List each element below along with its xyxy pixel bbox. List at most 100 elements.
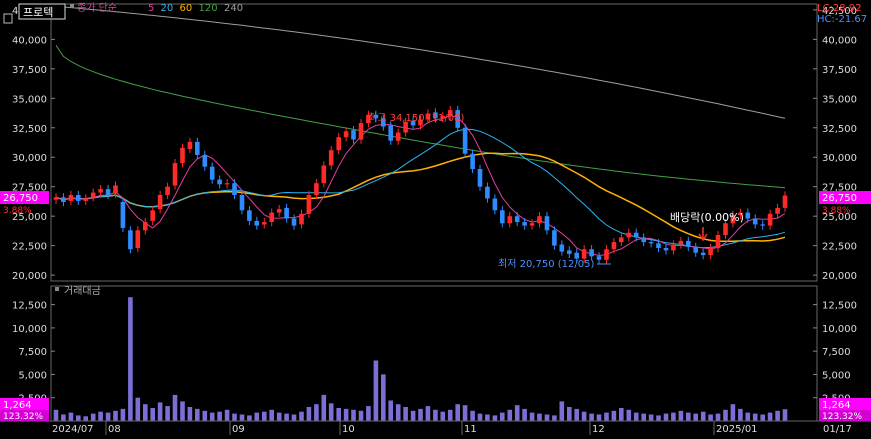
- volume-bar: [336, 408, 341, 421]
- candle-body: [522, 222, 527, 226]
- volume-bar: [239, 414, 245, 421]
- volume-bar: [61, 414, 66, 421]
- stock-chart: 42,50042,50040,00040,00037,50037,50035,0…: [0, 0, 871, 435]
- volume-bar: [321, 394, 327, 421]
- candle-body: [752, 218, 758, 225]
- volume-bar: [254, 412, 260, 421]
- candle-body: [202, 154, 208, 167]
- date-label: 2025/01: [716, 424, 758, 435]
- volume-bar: [462, 405, 468, 421]
- product-label: 프로텍: [23, 6, 53, 19]
- volume-bar: [187, 407, 193, 421]
- ma-period-240: 240: [224, 3, 243, 14]
- candle-body: [180, 147, 185, 164]
- volume-bar: [767, 412, 773, 421]
- volume-bar: [105, 412, 111, 421]
- candle-body: [113, 185, 118, 194]
- candle-body: [388, 125, 393, 141]
- volume-bar: [373, 360, 379, 421]
- candle-body: [544, 216, 550, 231]
- volume-tick-label-right: 10,000: [822, 324, 857, 335]
- ma-period-120: 120: [199, 3, 218, 14]
- candle-body: [128, 230, 133, 250]
- volume-bar: [626, 409, 632, 421]
- candle-body: [723, 223, 728, 235]
- volume-tick-label-left: 5,000: [18, 370, 47, 381]
- candle-body: [172, 163, 178, 186]
- candle-body: [135, 230, 141, 248]
- candle-body: [477, 169, 483, 187]
- volume-bar: [224, 409, 230, 421]
- volume-bar: [552, 415, 557, 421]
- volume-bar: [180, 401, 185, 421]
- price-tick-label-right: 20,000: [822, 271, 857, 282]
- candle-body: [507, 216, 513, 224]
- date-label: 10: [342, 424, 355, 435]
- volume-panel-label: 거래대금: [64, 285, 101, 297]
- volume-bar: [351, 409, 356, 421]
- current-vol-left: 1,264: [3, 400, 32, 411]
- candle-body: [604, 249, 609, 260]
- volume-bar: [715, 413, 721, 421]
- date-label: 12: [592, 424, 605, 435]
- candle-body: [276, 209, 282, 213]
- volume-bar: [522, 408, 527, 421]
- price-tick-label-left: 22,500: [12, 242, 47, 253]
- candle-body: [708, 248, 713, 256]
- candle-body: [247, 210, 252, 221]
- candle-body: [782, 195, 788, 208]
- date-label: 2024/07: [52, 424, 94, 435]
- volume-bar: [470, 410, 475, 421]
- date-label: 08: [108, 424, 121, 435]
- volume-bar: [83, 416, 88, 421]
- candle-body: [299, 213, 304, 225]
- candle-body: [328, 150, 334, 166]
- volume-bar: [648, 414, 654, 421]
- volume-bar: [247, 415, 252, 421]
- candle-body: [143, 222, 148, 231]
- candle-body: [195, 141, 200, 155]
- candle-body: [254, 220, 260, 226]
- price-tick-label-left: 37,500: [12, 65, 47, 76]
- candle-body: [358, 123, 364, 140]
- volume-bar: [440, 411, 446, 421]
- volume-bar: [433, 409, 438, 421]
- volume-bar: [98, 411, 103, 421]
- current-price-left: 26,750: [3, 193, 38, 204]
- candle-body: [559, 244, 565, 252]
- volume-bar: [143, 404, 148, 421]
- volume-bar: [507, 409, 513, 421]
- volume-tick-label-right: 5,000: [822, 370, 851, 381]
- legend-marker: [70, 4, 74, 8]
- volume-bar: [53, 409, 59, 421]
- candle-body: [693, 246, 698, 253]
- volume-bar: [358, 410, 364, 421]
- candle-body: [485, 186, 490, 199]
- grid-menu-icon[interactable]: [3, 13, 13, 24]
- volume-bar: [410, 410, 416, 421]
- candle-body: [120, 202, 126, 228]
- volume-bar: [232, 413, 237, 421]
- volume-bar: [492, 415, 498, 421]
- volume-bar: [611, 410, 617, 421]
- volume-tick-label-left: 10,000: [12, 324, 47, 335]
- candle-body: [284, 207, 289, 219]
- volume-bar: [366, 406, 371, 421]
- volume-bar: [418, 408, 423, 421]
- price-tick-label-right: 40,000: [822, 35, 857, 46]
- volume-bar: [604, 412, 609, 421]
- volume-bar: [641, 413, 646, 421]
- current-vol-right: 1,264: [822, 400, 851, 411]
- candlesticks: [53, 105, 788, 264]
- volume-bar: [165, 406, 170, 421]
- volume-bar: [291, 414, 297, 421]
- ma-periods: 5 20 60 120 240: [148, 3, 243, 14]
- candle-body: [648, 242, 654, 244]
- price-tick-label-right: 22,500: [822, 242, 857, 253]
- volume-bar: [388, 400, 393, 421]
- price-tick-label-right: 35,000: [822, 94, 857, 105]
- current-volpct-right: 123.32%: [822, 412, 862, 422]
- candle-body: [626, 232, 632, 238]
- candle-body: [760, 224, 765, 226]
- volume-bar: [172, 394, 178, 421]
